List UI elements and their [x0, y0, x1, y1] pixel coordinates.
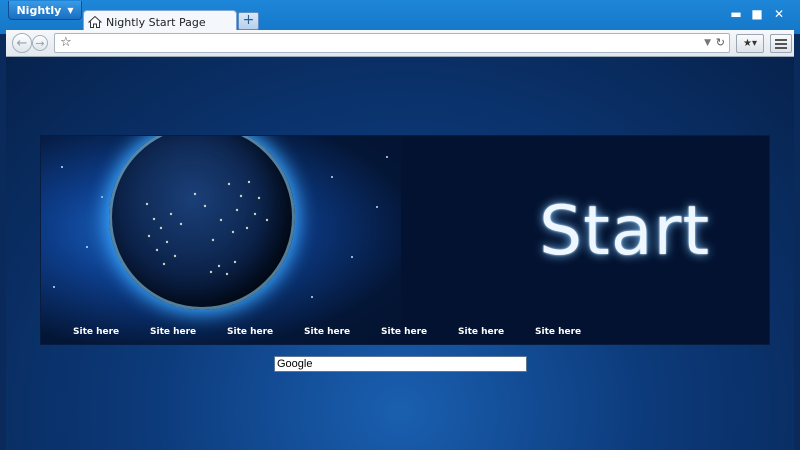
navigation-bar: ← → ☆ ▼ ↻ ★▾: [6, 30, 794, 57]
menu-line: [775, 39, 787, 41]
search-input[interactable]: Google: [274, 356, 527, 372]
back-forward-group: ← →: [12, 33, 52, 53]
app-menu-label: Nightly: [16, 3, 62, 17]
chevron-down-icon: ▼: [67, 5, 74, 15]
site-link-7[interactable]: Site here: [535, 327, 581, 337]
home-icon: [88, 15, 102, 28]
star-dot: [101, 196, 103, 198]
start-heading: Start: [539, 192, 711, 271]
menu-line: [775, 47, 787, 49]
site-link-3[interactable]: Site here: [227, 327, 273, 337]
back-arrow-icon: ←: [16, 35, 28, 51]
star-dot: [376, 206, 378, 208]
maximize-button[interactable]: ■: [748, 6, 766, 22]
bookmarks-menu-button[interactable]: ★▾: [736, 34, 764, 53]
app-menu-button[interactable]: Nightly ▼: [8, 1, 82, 20]
tab-title: Nightly Start Page: [106, 15, 206, 29]
forward-arrow-icon: →: [35, 36, 45, 50]
close-button[interactable]: ✕: [770, 6, 788, 22]
reload-icon[interactable]: ↻: [716, 34, 725, 52]
bookmarks-icon: ★▾: [743, 38, 757, 49]
star-dot: [311, 296, 313, 298]
new-tab-button[interactable]: +: [238, 12, 259, 30]
menu-line: [775, 43, 787, 45]
star-dot: [53, 286, 55, 288]
site-link-6[interactable]: Site here: [458, 327, 504, 337]
back-button[interactable]: ←: [12, 33, 32, 53]
page-content: Start Site here Site here Site here Site…: [6, 57, 794, 450]
site-link-2[interactable]: Site here: [150, 327, 196, 337]
site-link-5[interactable]: Site here: [381, 327, 427, 337]
star-dot: [386, 156, 388, 158]
start-banner: Start Site here Site here Site here Site…: [40, 135, 770, 345]
star-dot: [351, 256, 353, 258]
title-bar: Nightly ▼ Nightly Start Page + ▬ ■ ✕: [0, 0, 800, 34]
star-dot: [331, 176, 333, 178]
forward-button[interactable]: →: [32, 35, 48, 51]
site-link-4[interactable]: Site here: [304, 327, 350, 337]
bookmark-star-icon[interactable]: ☆: [60, 34, 72, 52]
star-dot: [86, 246, 88, 248]
url-history-dropdown-icon[interactable]: ▼: [704, 34, 711, 52]
minimize-button[interactable]: ▬: [727, 6, 745, 22]
url-bar[interactable]: ☆ ▼ ↻: [54, 33, 730, 53]
site-link-1[interactable]: Site here: [73, 327, 119, 337]
app-menu-grid-button[interactable]: [770, 34, 792, 53]
star-dot: [61, 166, 63, 168]
site-links: Site here Site here Site here Site here …: [41, 327, 769, 341]
